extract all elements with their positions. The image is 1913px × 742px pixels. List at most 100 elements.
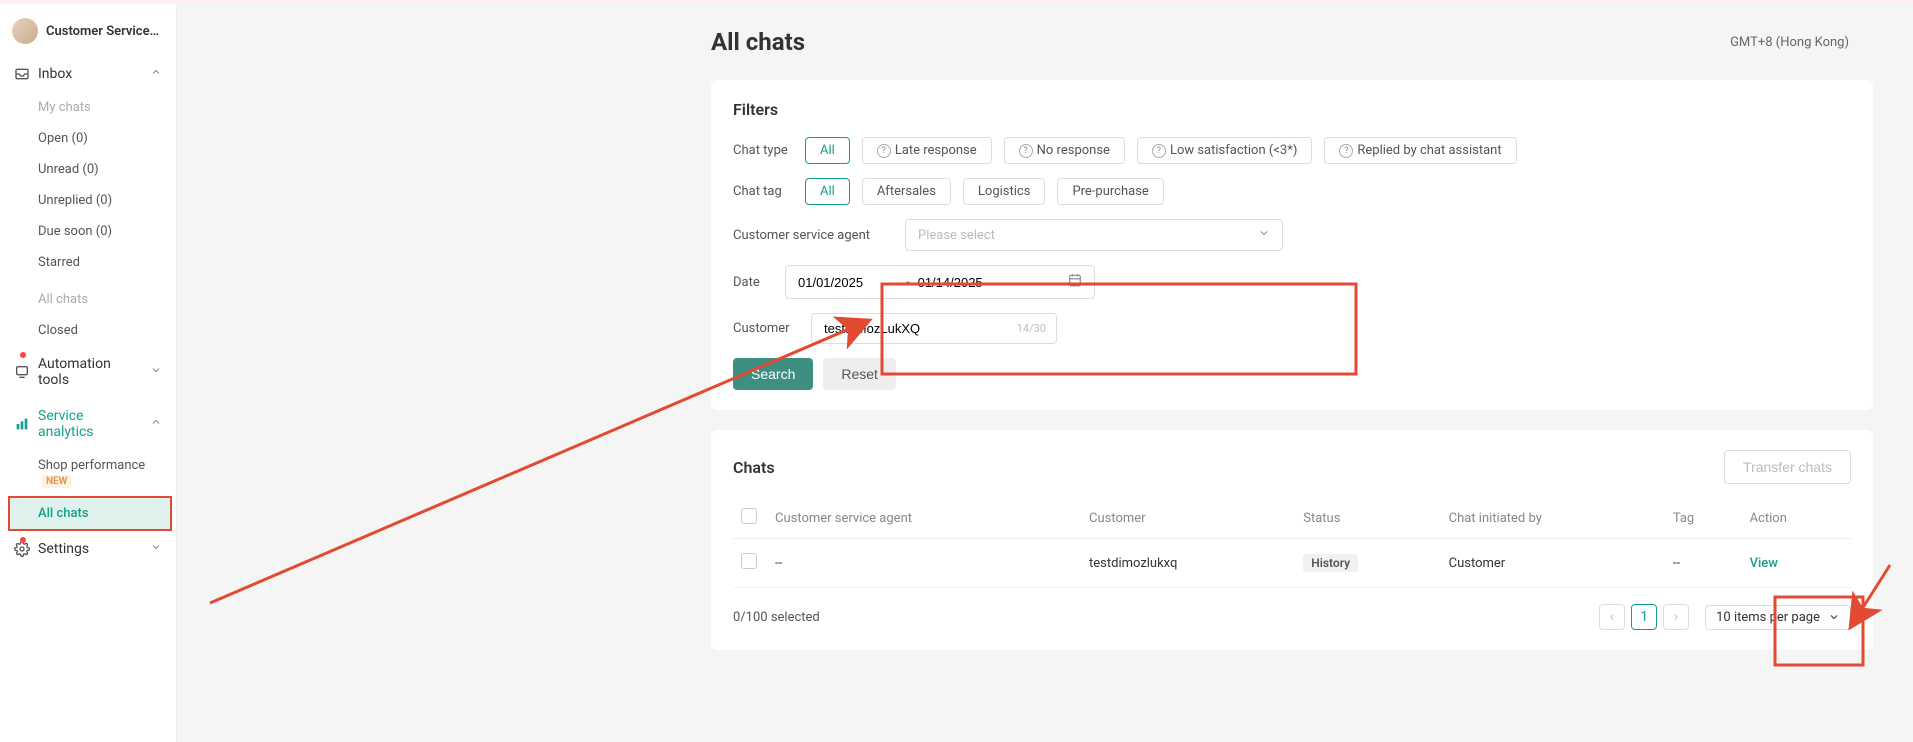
customer-counter: 14/30 (1017, 322, 1046, 335)
chat-type-low-satisfaction[interactable]: ?Low satisfaction (<3*) (1137, 137, 1312, 164)
main-content: All chats GMT+8 (Hong Kong) Filters Chat… (177, 4, 1913, 742)
date-label: Date (733, 275, 773, 290)
chat-tag-aftersales[interactable]: Aftersales (862, 178, 951, 205)
filters-title: Filters (733, 100, 1851, 119)
pager-prev[interactable] (1599, 604, 1625, 630)
filters-panel: Filters Chat type All ?Late response ?No… (711, 80, 1873, 410)
date-to-input[interactable] (918, 275, 1018, 290)
nav-automation-label: Automation tools (38, 356, 142, 388)
chats-panel: Chats Transfer chats Customer service ag… (711, 430, 1873, 650)
cell-tag: -- (1665, 539, 1742, 588)
view-link[interactable]: View (1750, 556, 1778, 571)
status-badge: History (1303, 554, 1358, 572)
inbox-sub-items: My chats Open (0) Unread (0) Unreplied (… (0, 92, 176, 346)
timezone-label: GMT+8 (Hong Kong) (1730, 35, 1873, 50)
page-header: All chats GMT+8 (Hong Kong) (177, 4, 1913, 80)
nav-service-analytics[interactable]: Service analytics (0, 398, 176, 450)
sidebar-item-all-chats-analytics[interactable]: All chats (8, 496, 172, 531)
sidebar-item-my-chats[interactable]: My chats (28, 92, 176, 123)
filter-row-customer: Customer 14/30 (733, 313, 1851, 344)
calendar-icon (1068, 273, 1082, 291)
user-name: Customer Service81... (46, 24, 164, 39)
filter-row-chat-tag: Chat tag All Aftersales Logistics Pre-pu… (733, 178, 1851, 205)
customer-input[interactable] (822, 314, 1017, 343)
search-button[interactable]: Search (733, 358, 813, 390)
agent-select[interactable]: Please select (905, 219, 1283, 251)
page-title: All chats (711, 28, 805, 56)
chats-header: Chats Transfer chats (733, 450, 1851, 484)
table-footer: 0/100 selected 1 10 items per page (733, 604, 1851, 630)
transfer-chats-button[interactable]: Transfer chats (1724, 450, 1851, 484)
chevron-down-icon (150, 541, 162, 557)
pager-page-1[interactable]: 1 (1631, 604, 1657, 630)
chat-type-late-response[interactable]: ?Late response (862, 137, 992, 164)
pager: 1 10 items per page (1599, 604, 1851, 630)
user-row[interactable]: Customer Service81... (0, 14, 176, 56)
chat-type-no-response[interactable]: ?No response (1004, 137, 1125, 164)
page-size-select[interactable]: 10 items per page (1705, 605, 1851, 630)
sidebar-item-unreplied[interactable]: Unreplied (0) (28, 185, 176, 216)
chevron-up-icon (150, 66, 162, 82)
filter-row-date: Date - (733, 265, 1851, 299)
sidebar-item-unread[interactable]: Unread (0) (28, 154, 176, 185)
pager-next[interactable] (1663, 604, 1689, 630)
chat-type-all[interactable]: All (805, 137, 850, 164)
customer-label: Customer (733, 321, 799, 336)
chat-type-replied-by-assistant[interactable]: ?Replied by chat assistant (1324, 137, 1516, 164)
col-tag: Tag (1665, 498, 1742, 539)
date-from-input[interactable] (798, 275, 898, 290)
nav-inbox[interactable]: Inbox (0, 56, 176, 92)
date-dash: - (906, 275, 910, 290)
chats-table: Customer service agent Customer Status C… (733, 498, 1851, 588)
agent-placeholder: Please select (918, 228, 995, 243)
nav-analytics-label: Service analytics (38, 408, 142, 440)
col-agent: Customer service agent (767, 498, 1081, 539)
analytics-icon (14, 416, 30, 432)
date-range-picker[interactable]: - (785, 265, 1095, 299)
select-all-checkbox[interactable] (741, 508, 757, 524)
sidebar-item-starred[interactable]: Starred (28, 247, 176, 278)
customer-input-wrap: 14/30 (811, 313, 1057, 344)
sidebar-item-due-soon[interactable]: Due soon (0) (28, 216, 176, 247)
col-status: Status (1295, 498, 1440, 539)
sidebar-item-closed[interactable]: Closed (28, 315, 176, 346)
chevron-up-icon (150, 416, 162, 432)
chats-title: Chats (733, 458, 775, 477)
sidebar-item-shop-performance[interactable]: Shop performance NEW (28, 450, 176, 496)
cell-agent: -- (767, 539, 1081, 588)
shop-performance-label: Shop performance (38, 458, 145, 473)
gear-icon (14, 541, 30, 557)
filter-row-agent: Customer service agent Please select (733, 219, 1851, 251)
col-customer: Customer (1081, 498, 1295, 539)
chat-tag-logistics[interactable]: Logistics (963, 178, 1046, 205)
cell-customer: testdimozlukxq (1081, 539, 1295, 588)
help-icon: ? (877, 144, 891, 158)
filter-buttons: Search Reset (733, 358, 1851, 390)
sidebar-item-all-chats-inbox[interactable]: All chats (28, 284, 176, 315)
col-action: Action (1742, 498, 1851, 539)
avatar (12, 18, 38, 44)
sidebar-item-open[interactable]: Open (0) (28, 123, 176, 154)
nav-inbox-label: Inbox (38, 66, 72, 82)
help-icon: ? (1339, 144, 1353, 158)
nav-automation-tools[interactable]: Automation tools (0, 346, 176, 398)
chat-tag-label: Chat tag (733, 184, 793, 199)
new-badge: NEW (42, 475, 71, 488)
selected-count: 0/100 selected (733, 610, 820, 625)
chat-tag-all[interactable]: All (805, 178, 850, 205)
help-icon: ? (1152, 144, 1166, 158)
row-checkbox[interactable] (741, 553, 757, 569)
reset-button[interactable]: Reset (823, 358, 896, 390)
chevron-down-icon (1828, 611, 1840, 623)
cell-initiated-by: Customer (1441, 539, 1665, 588)
chevron-down-icon (1258, 227, 1270, 243)
nav-settings-label: Settings (38, 541, 89, 557)
automation-icon (14, 364, 30, 380)
analytics-sub-items: Shop performance NEW All chats (0, 450, 176, 531)
nav-settings[interactable]: Settings (0, 531, 176, 567)
chat-type-label: Chat type (733, 143, 793, 158)
sidebar: Customer Service81... Inbox My chats Ope… (0, 4, 177, 742)
agent-label: Customer service agent (733, 228, 893, 243)
chat-tag-pre-purchase[interactable]: Pre-purchase (1057, 178, 1163, 205)
table-row: -- testdimozlukxq History Customer -- Vi… (733, 539, 1851, 588)
